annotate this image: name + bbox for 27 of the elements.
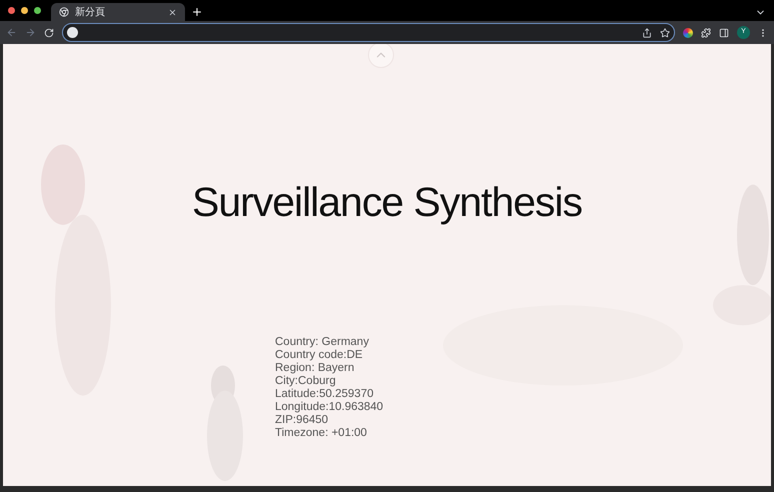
- location-detail: Latitude:50.259370: [275, 388, 374, 400]
- color-wheel-icon[interactable]: [683, 28, 693, 38]
- close-window-icon[interactable]: [8, 7, 15, 14]
- zoom-window-icon[interactable]: [34, 7, 41, 14]
- location-detail: Country: Germany: [275, 336, 370, 348]
- page-title: Surveillance Synthesis: [192, 178, 582, 227]
- minimize-window-icon[interactable]: [21, 7, 28, 14]
- browser-logo-icon: [59, 7, 69, 17]
- location-detail: Longitude:10.963840: [275, 400, 384, 414]
- bookmark-star-icon[interactable]: [660, 28, 670, 38]
- back-icon[interactable]: [6, 27, 17, 38]
- side-panel-icon[interactable]: [719, 28, 729, 38]
- location-detail: Timezone: +01:00: [275, 426, 368, 440]
- location-detail: ZIP:96450: [275, 414, 330, 426]
- browser-tab[interactable]: 新分頁: [51, 3, 185, 21]
- share-icon[interactable]: [642, 28, 652, 38]
- close-tab-icon[interactable]: [168, 8, 177, 16]
- forward-icon[interactable]: [25, 27, 36, 38]
- location-detail: Country code:DE: [275, 348, 364, 362]
- tab-title: 新分頁: [75, 6, 106, 20]
- extensions-icon[interactable]: [701, 28, 711, 38]
- location-detail: City:Coburg: [275, 374, 337, 388]
- location-detail: Region: Bayern: [275, 362, 356, 374]
- search-engine-icon: [67, 27, 78, 38]
- reload-icon[interactable]: [44, 28, 54, 38]
- new-tab-icon[interactable]: [191, 6, 203, 18]
- address-bar[interactable]: [62, 23, 675, 42]
